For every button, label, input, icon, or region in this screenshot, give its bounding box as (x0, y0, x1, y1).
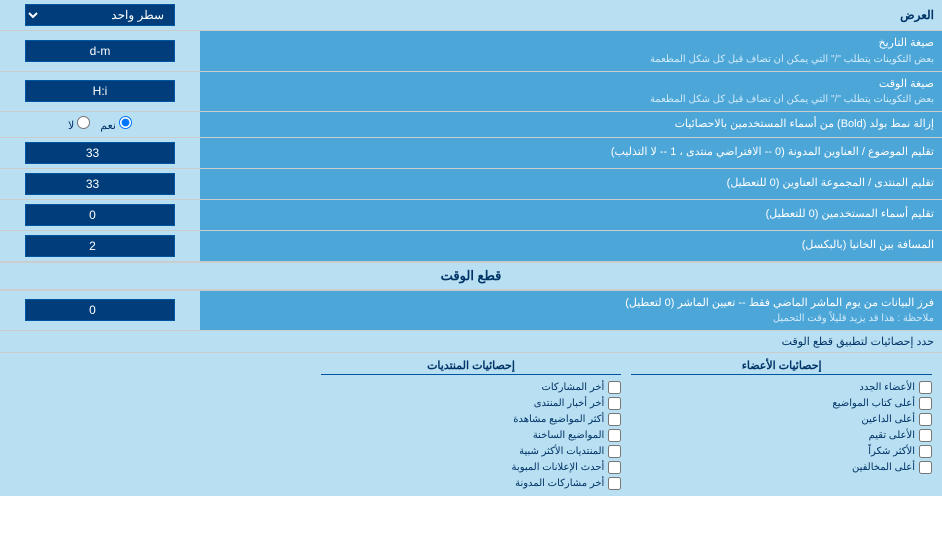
bold-yes-radio[interactable] (119, 116, 132, 129)
cut-label: فرز البيانات من يوم الماشر الماضي فقط --… (200, 291, 942, 331)
checkbox-most-thanks: الأكثر شكراً (631, 445, 932, 458)
date-format-row: صيغة التاريخ بعض التكوينات يتطلب "/" الت… (0, 31, 942, 72)
checkbox-forum-news: أخر أخبار المنتدى (321, 397, 622, 410)
display-select-cell: سطر واحدسطرينثلاثة أسطر (0, 0, 200, 30)
forum-addresses-input-cell (0, 169, 200, 199)
most-viewed-checkbox[interactable] (608, 413, 621, 426)
gap-label: المسافة بين الخانيا (بالبكسل) (200, 231, 942, 261)
forum-addresses-row: تقليم المنتدى / المجموعة العناوين (0 للت… (0, 169, 942, 200)
forums-stats-title: إحصائيات المنتديات (321, 359, 622, 375)
cut-section-header: قطع الوقت (0, 263, 942, 290)
most-thanks-checkbox[interactable] (919, 445, 932, 458)
new-members-checkbox[interactable] (919, 381, 932, 394)
top-rated-checkbox[interactable] (919, 429, 932, 442)
time-format-row: صيغة الوقت بعض التكوينات يتطلب "/" التي … (0, 72, 942, 113)
new-members-label: الأعضاء الجدد (859, 382, 915, 393)
checkbox-new-members: الأعضاء الجدد (631, 381, 932, 394)
latest-classifieds-checkbox[interactable] (608, 461, 621, 474)
limit-row: حدد إحصائيات لتطبيق قطع الوقت (0, 331, 942, 353)
top-rated-label: الأعلى تقيم (869, 430, 915, 441)
bold-no-label: لا (68, 116, 90, 132)
usernames-trim-row: تقليم أسماء المستخدمين (0 للتعطيل) (0, 200, 942, 231)
checkbox-latest-classifieds: أحدث الإعلانات المبوبة (321, 461, 622, 474)
bold-label: إزالة نمط بولد (Bold) من أسماء المستخدمي… (200, 112, 942, 137)
checkbox-hot-topics: المواضيع الساخنة (321, 429, 622, 442)
checkbox-blog-posts: أخر مشاركات المدونة (321, 477, 622, 490)
checkbox-top-rated: الأعلى تقيم (631, 429, 932, 442)
topic-addresses-input-cell (0, 138, 200, 168)
hot-topics-label: المواضيع الساخنة (533, 430, 605, 441)
top-inviters-checkbox[interactable] (919, 413, 932, 426)
bold-no-radio[interactable] (77, 116, 90, 129)
checkbox-top-inviters: أعلى الداعين (631, 413, 932, 426)
last-posts-label: أخر المشاركات (541, 382, 604, 393)
time-format-input-cell (0, 72, 200, 112)
last-posts-checkbox[interactable] (608, 381, 621, 394)
cut-input[interactable] (25, 299, 175, 321)
checkbox-top-topic-writers: أعلى كتاب المواضيع (631, 397, 932, 410)
most-viewed-label: أكثر المواضيع مشاهدة (513, 414, 604, 425)
date-format-input[interactable] (25, 40, 175, 62)
gap-row: المسافة بين الخانيا (بالبكسل) (0, 231, 942, 262)
checkbox-top-violations: أعلى المخالفين (631, 461, 932, 474)
checkboxes-area: إحصائيات الأعضاء الأعضاء الجدد أعلى كتاب… (0, 353, 942, 496)
time-format-label: صيغة الوقت بعض التكوينات يتطلب "/" التي … (200, 72, 942, 112)
blog-posts-checkbox[interactable] (608, 477, 621, 490)
top-violations-label: أعلى المخالفين (852, 462, 915, 473)
members-stats-col: إحصائيات الأعضاء الأعضاء الجدد أعلى كتاب… (631, 359, 932, 490)
usernames-trim-label: تقليم أسماء المستخدمين (0 للتعطيل) (200, 200, 942, 230)
top-topic-writers-label: أعلى كتاب المواضيع (832, 398, 915, 409)
topic-addresses-row: تقليم الموضوع / العناوين المدونة (0 -- ا… (0, 138, 942, 169)
top-row: العرض سطر واحدسطرينثلاثة أسطر (0, 0, 942, 31)
forum-news-label: أخر أخبار المنتدى (534, 398, 605, 409)
topic-addresses-input[interactable] (25, 142, 175, 164)
date-format-label: صيغة التاريخ بعض التكوينات يتطلب "/" الت… (200, 31, 942, 71)
display-select[interactable]: سطر واحدسطرينثلاثة أسطر (25, 4, 175, 26)
most-similar-label: المنتديات الأكثر شبية (519, 446, 604, 457)
checkbox-most-similar: المنتديات الأكثر شبية (321, 445, 622, 458)
forum-news-checkbox[interactable] (608, 397, 621, 410)
topic-addresses-label: تقليم الموضوع / العناوين المدونة (0 -- ا… (200, 138, 942, 168)
forum-addresses-label: تقليم المنتدى / المجموعة العناوين (0 للت… (200, 169, 942, 199)
most-thanks-label: الأكثر شكراً (868, 446, 915, 457)
hot-topics-checkbox[interactable] (608, 429, 621, 442)
usernames-trim-input-cell (0, 200, 200, 230)
bold-row: إزالة نمط بولد (Bold) من أسماء المستخدمي… (0, 112, 942, 138)
gap-input-cell (0, 231, 200, 261)
top-topic-writers-checkbox[interactable] (919, 397, 932, 410)
members-stats-title: إحصائيات الأعضاء (631, 359, 932, 375)
date-format-input-cell (0, 31, 200, 71)
most-similar-checkbox[interactable] (608, 445, 621, 458)
forums-stats-col: إحصائيات المنتديات أخر المشاركات أخر أخب… (321, 359, 622, 490)
limit-label: حدد إحصائيات لتطبيق قطع الوقت (8, 335, 934, 348)
top-inviters-label: أعلى الداعين (861, 414, 915, 425)
top-violations-checkbox[interactable] (919, 461, 932, 474)
checkbox-last-posts: أخر المشاركات (321, 381, 622, 394)
cut-input-cell (0, 291, 200, 331)
checkbox-most-viewed: أكثر المواضيع مشاهدة (321, 413, 622, 426)
bold-yes-label: نعم (100, 116, 132, 132)
top-label: العرض (200, 4, 942, 26)
empty-stats-col (10, 359, 311, 490)
cut-row: فرز البيانات من يوم الماشر الماضي فقط --… (0, 291, 942, 332)
forum-addresses-input[interactable] (25, 173, 175, 195)
blog-posts-label: أخر مشاركات المدونة (515, 478, 604, 489)
bold-radio-cell: نعم لا (0, 112, 200, 137)
latest-classifieds-label: أحدث الإعلانات المبوبة (512, 462, 605, 473)
usernames-trim-input[interactable] (25, 204, 175, 226)
time-format-input[interactable] (25, 80, 175, 102)
gap-input[interactable] (25, 235, 175, 257)
